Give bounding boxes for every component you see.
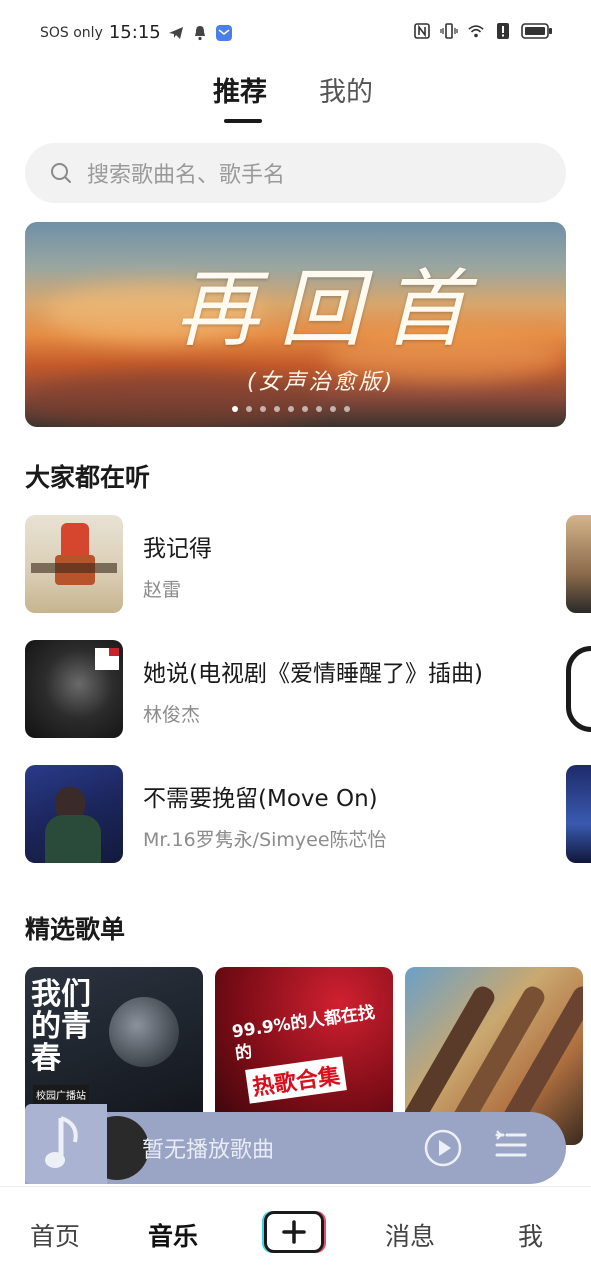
carousel-dot[interactable] <box>260 406 266 412</box>
next-column-cover[interactable] <box>566 515 591 613</box>
section-title-listening: 大家都在听 <box>25 463 151 492</box>
search-bar[interactable]: 搜索歌曲名、歌手名 <box>25 143 566 203</box>
song-title: 我记得 <box>143 536 212 562</box>
carousel-dot[interactable] <box>330 406 336 412</box>
nav-home[interactable]: 首页 <box>30 1217 80 1253</box>
song-artist: 林俊杰 <box>143 704 201 726</box>
carousel-dot[interactable] <box>344 406 350 412</box>
song-item[interactable]: 不需要挽留(Move On) Mr.16罗隽永/Simyee陈芯怡 <box>25 765 591 863</box>
mail-app-icon <box>215 24 232 41</box>
carousel-dot[interactable] <box>246 406 252 412</box>
wifi-icon <box>468 25 484 38</box>
battery-icon <box>521 23 552 39</box>
song-title: 不需要挽留(Move On) <box>143 786 378 812</box>
nav-me[interactable]: 我 <box>518 1217 543 1253</box>
status-bar-left: SOS only 15:15 <box>40 22 233 43</box>
plus-icon <box>282 1220 306 1244</box>
carousel-dot[interactable] <box>274 406 280 412</box>
next-column-cover[interactable] <box>566 640 591 738</box>
song-artist: 赵雷 <box>143 579 182 601</box>
bell-icon <box>194 25 205 40</box>
status-bar-right <box>413 22 553 40</box>
create-button[interactable] <box>264 1211 324 1253</box>
telegram-icon <box>168 26 183 39</box>
song-item[interactable]: 我记得 赵雷 <box>25 515 591 613</box>
carousel-dot[interactable] <box>316 406 322 412</box>
banner-subtitle: (女声治愈版) <box>247 370 396 395</box>
section-title-playlists: 精选歌单 <box>25 915 126 944</box>
search-placeholder: 搜索歌曲名、歌手名 <box>87 163 286 188</box>
sos-label: SOS only <box>40 24 103 41</box>
nav-messages[interactable]: 消息 <box>385 1217 435 1253</box>
playlist-cover-text: 我们的青春 <box>31 977 91 1076</box>
music-note-icon <box>45 1116 78 1168</box>
carousel-dots <box>232 406 350 412</box>
banner-carousel[interactable]: 再回首 (女声治愈版) <box>25 222 566 427</box>
playlist-cover-sub: 热歌合集 <box>245 1056 347 1104</box>
alert-icon <box>497 23 509 39</box>
vibrate-icon <box>440 23 458 39</box>
song-cover <box>25 640 123 738</box>
clock: 15:15 <box>108 22 161 43</box>
song-cover <box>25 765 123 863</box>
search-icon <box>51 163 71 183</box>
top-tabs: 推荐 我的 <box>0 70 591 126</box>
status-bar: SOS only 15:15 <box>0 0 591 66</box>
song-title: 她说(电视剧《爱情睡醒了》插曲) <box>143 661 483 687</box>
song-cover <box>25 515 123 613</box>
song-artist: Mr.16罗隽永/Simyee陈芯怡 <box>143 829 387 851</box>
active-tab-indicator <box>224 119 262 123</box>
player-status: 暂无播放歌曲 <box>142 1138 275 1163</box>
player-album-art <box>25 1104 107 1184</box>
playlist-cover-sub: 校园广播站 <box>33 1085 89 1104</box>
playlist-cover-text: 99.9%的人都在找的 <box>230 1002 377 1065</box>
tab-mine[interactable]: 我的 <box>319 70 373 109</box>
mini-player[interactable]: 暂无播放歌曲 <box>25 1104 566 1184</box>
next-column-cover[interactable] <box>566 765 591 863</box>
carousel-dot[interactable] <box>288 406 294 412</box>
nav-music[interactable]: 音乐 <box>148 1217 198 1253</box>
tab-recommend[interactable]: 推荐 <box>213 70 267 109</box>
nfc-icon <box>414 23 430 39</box>
microphone-icon <box>109 997 179 1067</box>
carousel-dot[interactable] <box>232 406 238 412</box>
bottom-nav: 首页 音乐 消息 我 <box>0 1186 591 1280</box>
banner-title: 再回首 <box>175 260 488 358</box>
playlist-queue-icon[interactable] <box>493 1129 529 1165</box>
play-button[interactable] <box>423 1128 463 1168</box>
carousel-dot[interactable] <box>302 406 308 412</box>
song-item[interactable]: 她说(电视剧《爱情睡醒了》插曲) 林俊杰 <box>25 640 591 738</box>
